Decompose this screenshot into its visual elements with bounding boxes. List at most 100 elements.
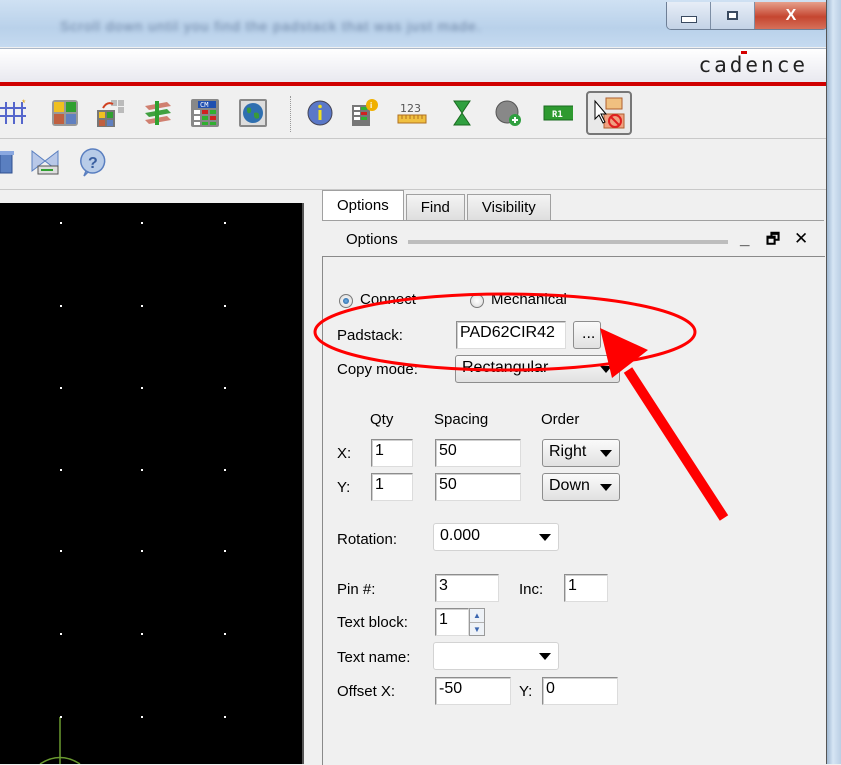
rotation-value: 0.000	[440, 527, 481, 544]
offset-x-input[interactable]: -50	[435, 677, 511, 705]
y-order-select[interactable]: Down	[542, 473, 620, 501]
window-frame-edge	[826, 0, 841, 764]
connect-label: Connect	[360, 291, 416, 308]
grid-dot	[141, 716, 143, 718]
brand-rule	[0, 82, 826, 86]
world-view-icon[interactable]	[238, 98, 268, 128]
grid-dot	[224, 222, 226, 224]
grid-dot	[60, 633, 62, 635]
pin-number-label: Pin #:	[337, 581, 376, 598]
grid-dot	[60, 222, 62, 224]
panel-tab-strip: Options Find Visibility	[322, 190, 553, 220]
grid-dot	[60, 387, 62, 389]
offset-x-label: Offset X:	[337, 683, 396, 700]
pin-number-input[interactable]: 3	[435, 574, 499, 602]
window-icon[interactable]	[0, 147, 16, 177]
grid-dot	[224, 633, 226, 635]
y-spacing-input[interactable]: 50	[435, 473, 521, 501]
panel-float-button[interactable]: 🗗	[766, 229, 780, 254]
toolbar-separator	[290, 96, 293, 132]
canvas-origin-marker	[39, 717, 81, 764]
hourglass-icon[interactable]	[447, 98, 477, 128]
minimize-icon	[680, 16, 697, 23]
mechanical-radio[interactable]	[470, 294, 484, 308]
place-keepout-icon[interactable]	[586, 91, 632, 135]
minimize-button[interactable]	[667, 2, 711, 29]
grid-dot	[141, 633, 143, 635]
grid-dot	[224, 550, 226, 552]
window-controls: X	[666, 2, 828, 30]
text-block-stepper[interactable]: ▲ ▼	[469, 608, 485, 636]
options-panel-title: Options	[346, 231, 398, 248]
maximize-button[interactable]	[711, 2, 755, 29]
x-qty-input[interactable]: 1	[371, 439, 413, 467]
tab-visibility[interactable]: Visibility	[466, 194, 551, 220]
stepper-down-icon[interactable]: ▼	[470, 623, 484, 636]
grid-dot	[141, 387, 143, 389]
add-via-icon[interactable]	[494, 98, 524, 128]
copy-mode-select[interactable]: Rectangular	[455, 355, 620, 383]
padstack-browse-button[interactable]: ...	[573, 321, 601, 349]
main-toolbar: * CM i 123 R1	[0, 88, 826, 139]
grid-dot	[224, 387, 226, 389]
constraint-manager-icon[interactable]: CM	[190, 98, 220, 128]
bowtie-icon[interactable]	[30, 147, 60, 177]
inc-input[interactable]: 1	[564, 574, 608, 602]
grid-dot	[224, 305, 226, 307]
x-row-label: X:	[337, 445, 352, 462]
color-layers-icon[interactable]	[50, 98, 80, 128]
window-title-bar[interactable]: Scroll down until you find the padstack …	[0, 0, 830, 47]
tab-find[interactable]: Find	[405, 194, 465, 220]
panel-close-button[interactable]: ✕	[794, 229, 808, 249]
chevron-down-icon	[539, 653, 551, 660]
chevron-down-icon	[539, 534, 551, 541]
connect-radio[interactable]	[339, 294, 353, 308]
tab-visibility-label: Visibility	[481, 199, 536, 216]
text-block-input[interactable]: 1	[435, 608, 469, 636]
y-qty-input[interactable]: 1	[371, 473, 413, 501]
info-icon[interactable]	[305, 98, 335, 128]
layer-assign-icon[interactable]	[95, 98, 125, 128]
offset-y-input[interactable]: 0	[542, 677, 618, 705]
chevron-down-icon	[600, 450, 612, 457]
grid-dot	[141, 305, 143, 307]
panel-drag-handle[interactable]	[408, 240, 728, 244]
options-panel-header[interactable]: Options _ 🗗 ✕	[322, 220, 824, 261]
grid-dot	[60, 716, 62, 718]
inc-label: Inc:	[519, 581, 544, 598]
grid-dot	[224, 469, 226, 471]
grid-dot	[60, 550, 62, 552]
help-icon[interactable]: ?	[78, 147, 108, 177]
x-order-select[interactable]: Right	[542, 439, 620, 467]
text-name-select[interactable]	[433, 642, 559, 670]
text-name-label: Text name:	[337, 649, 411, 666]
cadence-logo: cadence	[698, 53, 808, 77]
padstack-input[interactable]: PAD62CIR42	[456, 321, 566, 349]
copy-mode-label: Copy mode:	[337, 361, 418, 378]
design-canvas[interactable]	[0, 203, 304, 764]
grid-icon[interactable]: *	[0, 98, 30, 128]
x-spacing-input[interactable]: 50	[435, 439, 521, 467]
svg-text:?: ?	[88, 155, 98, 172]
qty-header: Qty	[370, 411, 394, 428]
measure-icon[interactable]: 123	[397, 98, 427, 128]
property-info-icon[interactable]: i	[350, 98, 380, 128]
refdes-icon[interactable]: R1	[543, 98, 573, 128]
copy-mode-value: Rectangular	[462, 359, 549, 376]
stepper-up-icon[interactable]: ▲	[470, 609, 484, 623]
order-header: Order	[541, 411, 580, 428]
close-icon: X	[785, 6, 797, 24]
brand-bar: cadence	[0, 48, 826, 83]
grid-dot	[224, 716, 226, 718]
grid-dot	[60, 305, 62, 307]
x-order-value: Right	[549, 443, 587, 460]
rotation-select[interactable]: 0.000	[433, 523, 559, 551]
svg-text:R1: R1	[552, 110, 563, 120]
close-button[interactable]: X	[755, 2, 827, 29]
panel-minimize-button[interactable]: _	[740, 229, 749, 249]
cross-section-icon[interactable]	[143, 98, 173, 128]
chevron-down-icon	[600, 484, 612, 491]
tab-options[interactable]: Options	[322, 190, 404, 220]
spacing-header: Spacing	[434, 411, 489, 428]
grid-dot	[141, 222, 143, 224]
